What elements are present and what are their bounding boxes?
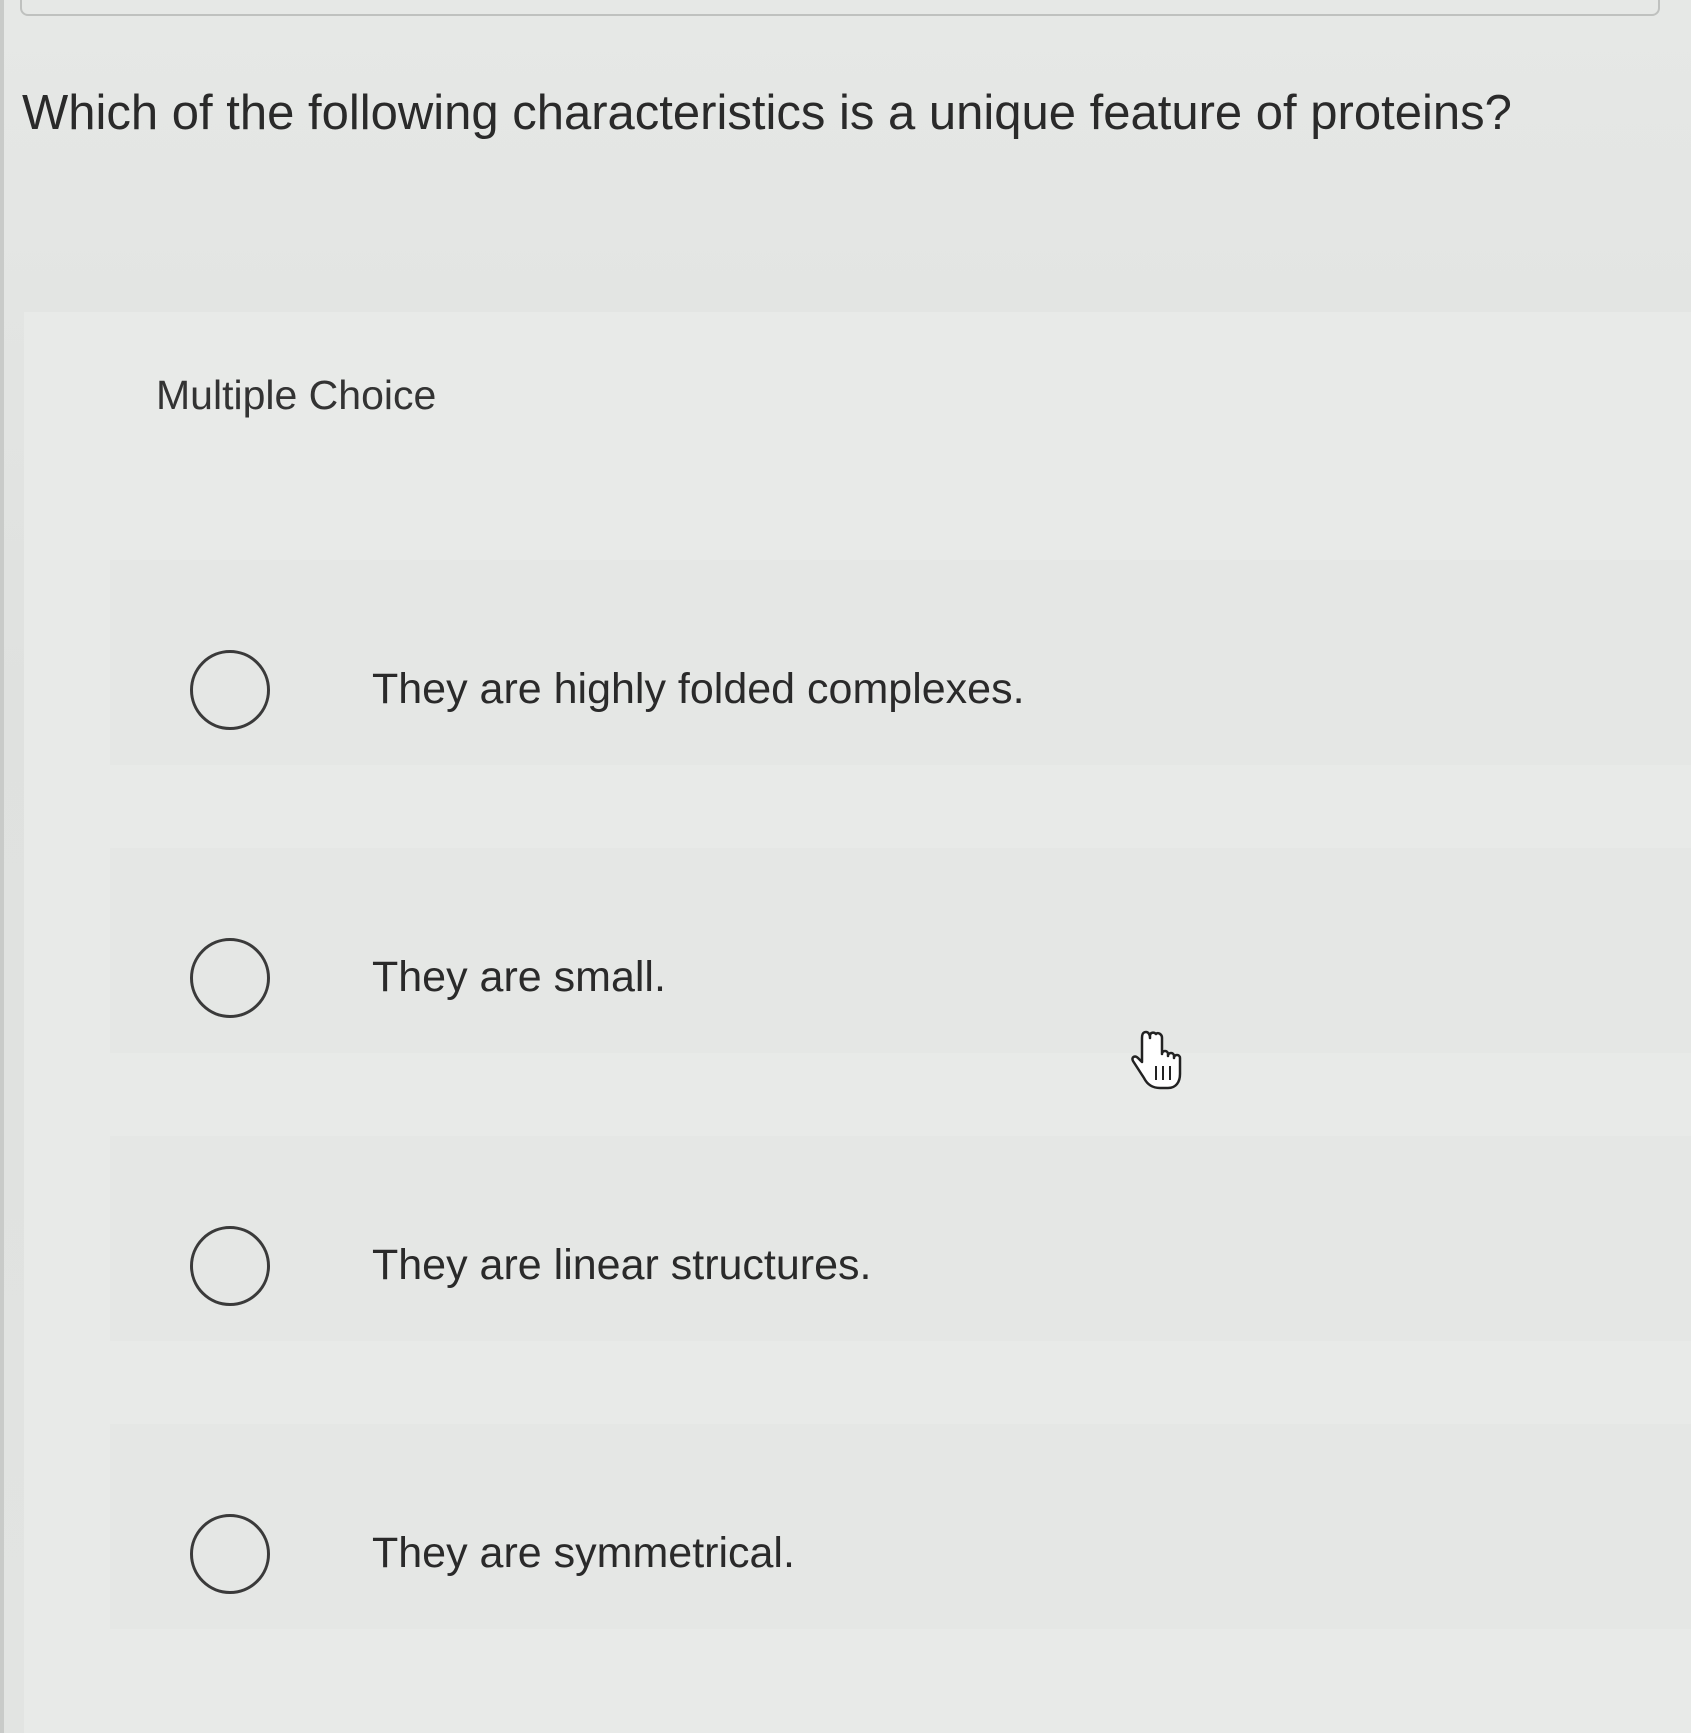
top-frame bbox=[20, 0, 1660, 16]
answer-option-label: They are linear structures. bbox=[372, 1241, 872, 1289]
left-border bbox=[0, 0, 4, 1733]
answer-option-3[interactable]: They are linear structures. bbox=[110, 1136, 1691, 1341]
answer-options: They are highly folded complexes. They a… bbox=[110, 560, 1691, 1712]
radio-button-1[interactable] bbox=[190, 650, 270, 730]
question-type-label: Multiple Choice bbox=[156, 372, 437, 418]
radio-button-4[interactable] bbox=[190, 1514, 270, 1594]
radio-button-2[interactable] bbox=[190, 938, 270, 1018]
answer-option-label: They are small. bbox=[372, 953, 666, 1001]
answer-option-label: They are symmetrical. bbox=[372, 1529, 795, 1577]
answer-option-2[interactable]: They are small. bbox=[110, 848, 1691, 1053]
question-text: Which of the following characteristics i… bbox=[22, 86, 1512, 140]
radio-button-3[interactable] bbox=[190, 1226, 270, 1306]
answer-option-1[interactable]: They are highly folded complexes. bbox=[110, 560, 1691, 765]
hand-pointer-icon bbox=[1131, 1030, 1182, 1090]
answer-option-label: They are highly folded complexes. bbox=[372, 665, 1025, 713]
quiz-page: Which of the following characteristics i… bbox=[0, 0, 1691, 1733]
answer-option-4[interactable]: They are symmetrical. bbox=[110, 1424, 1691, 1629]
